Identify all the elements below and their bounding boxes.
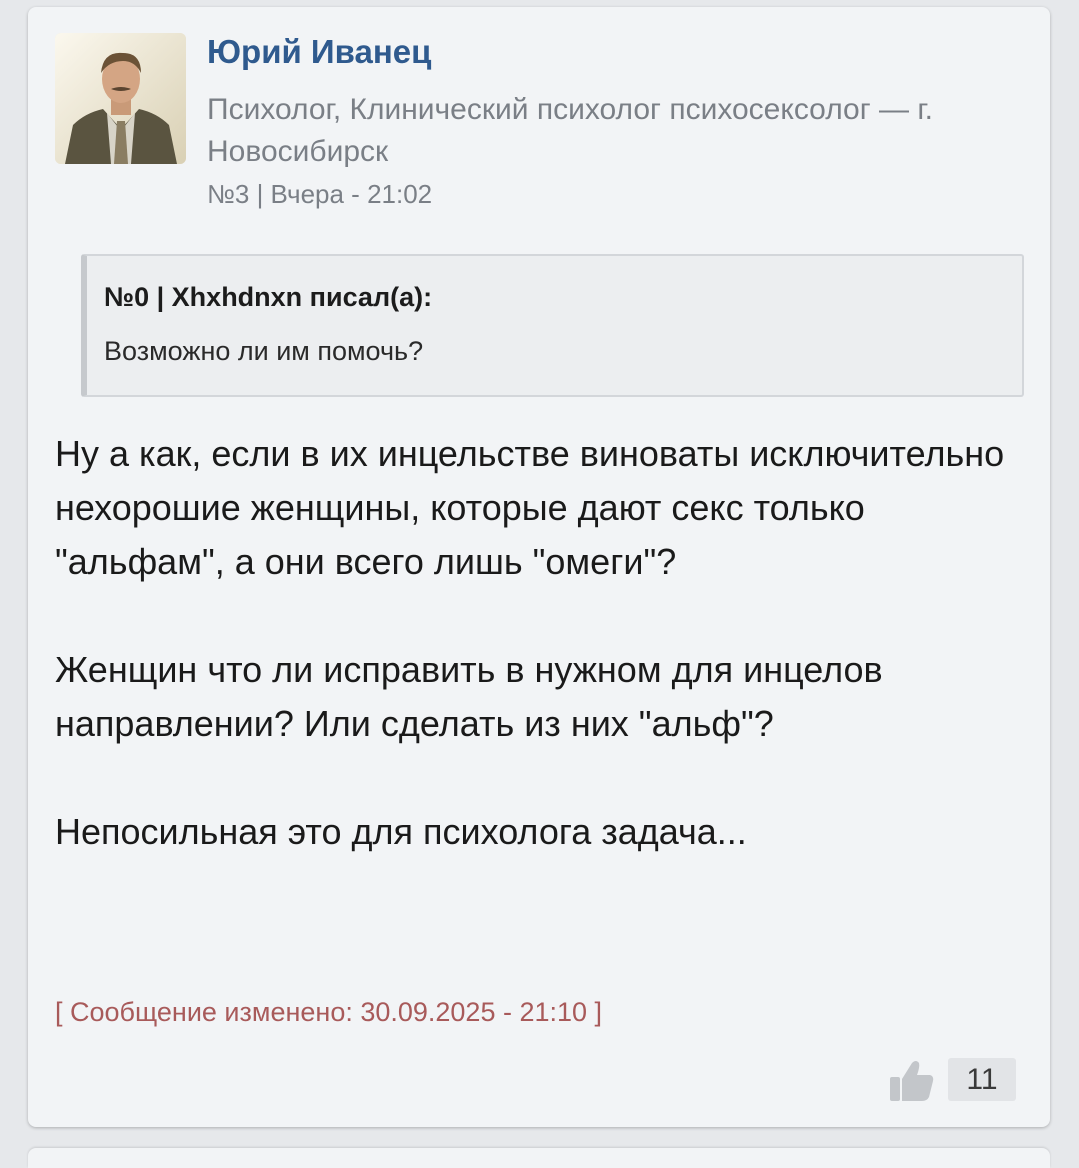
post-paragraph: Ну а как, если в их инцельстве виноваты … [55, 433, 1005, 582]
post-card: Юрий Иванец Психолог, Клинический психол… [28, 7, 1050, 1127]
edited-note: [ Сообщение изменено: 30.09.2025 - 21:10… [55, 997, 603, 1027]
like-count: 11 [948, 1058, 1016, 1101]
quote-header[interactable]: №0 | Xhxhdnxn писал(а): [104, 282, 432, 313]
author-description: Психолог, Клинический психолог психосекс… [207, 93, 933, 168]
avatar-photo-icon [55, 33, 186, 164]
quote-text: Возможно ли им помочь? [104, 336, 424, 366]
author-avatar[interactable] [55, 33, 186, 164]
quote-block: №0 | Xhxhdnxn писал(а): Возможно ли им п… [81, 254, 1024, 397]
post-paragraph: Женщин что ли исправить в нужном для инц… [55, 649, 883, 744]
post-meta: №3 | Вчера - 21:02 [207, 179, 433, 209]
post-body: Ну а как, если в их инцельстве виноваты … [55, 427, 1005, 859]
author-name-link[interactable]: Юрий Иванец [207, 33, 431, 71]
post-paragraph: Непосильная это для психолога задача... [55, 811, 747, 852]
next-post-card-edge [28, 1148, 1050, 1168]
thumbs-up-icon[interactable] [886, 1057, 936, 1103]
